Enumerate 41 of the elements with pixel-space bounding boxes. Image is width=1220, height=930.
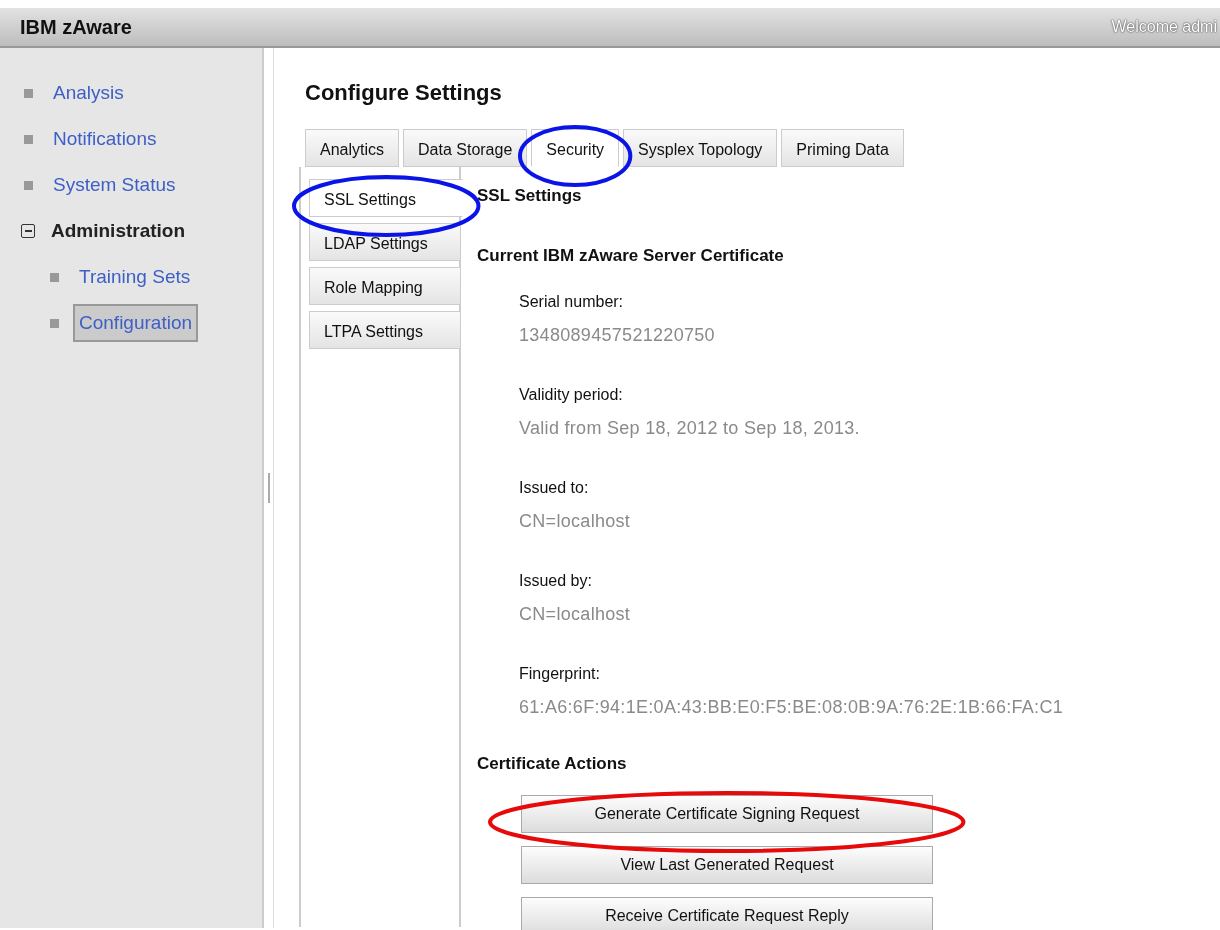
action-button[interactable]: Receive Certificate Request Reply: [521, 896, 933, 930]
tab[interactable]: Security: [531, 129, 620, 167]
section-title: SSL Settings: [477, 185, 583, 207]
field-value: 1348089457521220750: [519, 324, 716, 347]
tab[interactable]: Sysplex Topology: [623, 129, 778, 167]
field-value: CN=localhost: [519, 603, 632, 626]
side-tab[interactable]: LTPA Settings: [309, 311, 461, 349]
bullet-icon: [50, 272, 59, 282]
field-value: 61:A6:6F:94:1E:0A:43:BB:E0:F5:BE:08:0B:9A:76:2E:1B:66:FA:C1: [519, 696, 1064, 719]
action-button[interactable]: Generate Certificate Signing Request: [521, 794, 933, 833]
sidebar-item[interactable]: Notifications: [47, 119, 163, 159]
section-title: Certificate Actions: [477, 753, 628, 775]
sidebar-item[interactable]: Training Sets: [73, 257, 197, 297]
sidebar-item[interactable]: Analysis: [47, 73, 130, 113]
sidebar-group-label[interactable]: Administration: [51, 216, 186, 246]
field-label: Issued by:: [519, 571, 593, 591]
sidebar-item[interactable]: System Status: [47, 165, 182, 205]
bullet-icon: [50, 318, 59, 328]
section-title: Current IBM zAware Server Certificate: [477, 244, 785, 267]
side-tab[interactable]: LDAP Settings: [309, 223, 461, 261]
field-label: Issued to:: [519, 478, 590, 498]
bullet-icon: [24, 134, 33, 144]
tab[interactable]: Priming Data: [781, 129, 904, 167]
tab[interactable]: Analytics: [305, 129, 400, 167]
bullet-icon: [24, 180, 33, 190]
side-tab[interactable]: SSL Settings: [309, 179, 463, 217]
field-label: Serial number:: [519, 292, 625, 312]
bullet-icon: [24, 88, 33, 98]
page-title: Configure Settings: [305, 79, 503, 107]
app-title: IBM zAware: [20, 15, 132, 40]
side-tab[interactable]: Role Mapping: [309, 267, 461, 305]
sidebar-item[interactable]: Configuration: [73, 303, 199, 343]
action-button[interactable]: View Last Generated Request: [521, 845, 933, 884]
field-value: Valid from Sep 18, 2012 to Sep 18, 2013.: [519, 417, 861, 440]
collapse-icon[interactable]: [21, 224, 35, 238]
welcome-text: Welcome admi: [1111, 17, 1217, 37]
field-label: Fingerprint:: [519, 664, 601, 684]
tab[interactable]: Data Storage: [403, 129, 528, 167]
field-label: Validity period:: [519, 385, 624, 405]
splitter-handle[interactable]: [267, 473, 270, 503]
field-value: CN=localhost: [519, 510, 632, 533]
